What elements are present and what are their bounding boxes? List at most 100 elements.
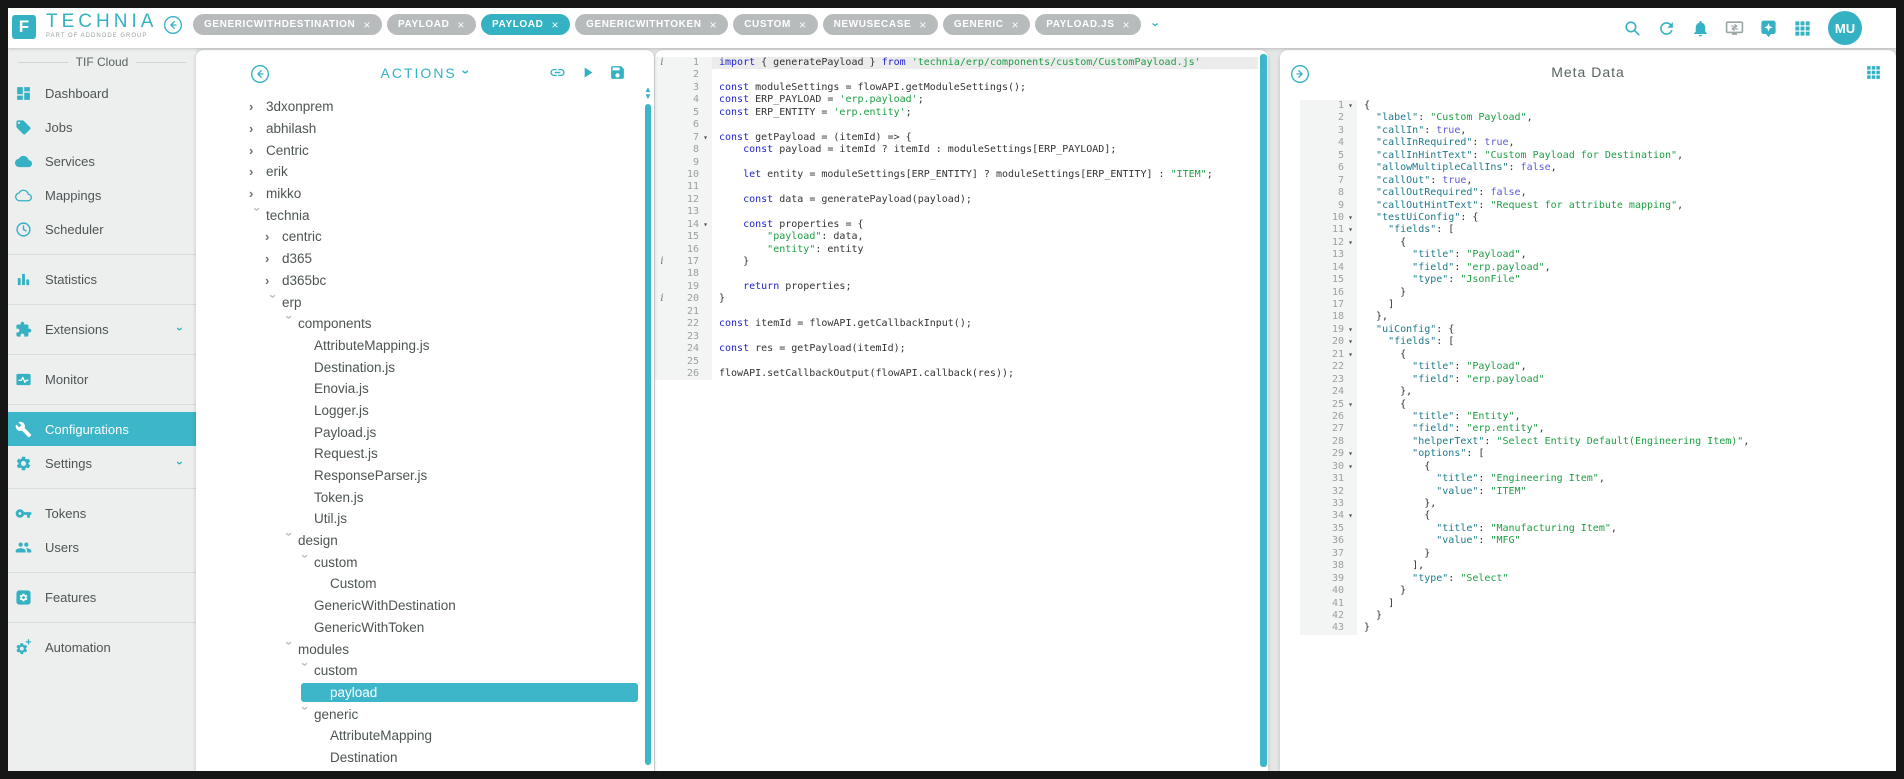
- tab-close-icon[interactable]: ×: [799, 18, 807, 32]
- config-tab-custom-4[interactable]: CUSTOM×: [733, 14, 817, 35]
- code-line-15[interactable]: 15 "payload": data,: [655, 231, 1258, 243]
- refresh-icon[interactable]: [1657, 19, 1676, 38]
- code-line-21[interactable]: 21▾ {: [1300, 349, 1892, 361]
- code-line-30[interactable]: 30▾ {: [1300, 461, 1892, 473]
- code-line-14[interactable]: 14 "field": "erp.payload",: [1300, 262, 1892, 274]
- code-line-9[interactable]: 9 "callOutHintText": "Request for attrib…: [1300, 200, 1892, 212]
- chevron-expanded-icon[interactable]: ›: [282, 641, 297, 658]
- code-line-4[interactable]: 4const ERP_PAYLOAD = 'erp.payload';: [655, 94, 1258, 106]
- tree-item-d365[interactable]: ›d365: [196, 248, 640, 270]
- sidebar-item-features[interactable]: Features: [8, 580, 196, 614]
- code-line-2[interactable]: 2 "label": "Custom Payload",: [1300, 112, 1892, 124]
- tree-item-custom[interactable]: ›custom: [196, 660, 640, 682]
- code-line-7[interactable]: 7▾const getPayload = (itemId) => {: [655, 132, 1258, 144]
- code-line-13[interactable]: 13: [655, 206, 1258, 218]
- code-line-20[interactable]: i20}: [655, 293, 1258, 305]
- tree-item-attributemapping[interactable]: AttributeMapping: [196, 725, 640, 747]
- code-line-35[interactable]: 35 "title": "Manufacturing Item",: [1300, 523, 1892, 535]
- code-line-15[interactable]: 15 "type": "JsonFile": [1300, 274, 1892, 286]
- code-line-11[interactable]: 11: [655, 181, 1258, 193]
- tab-close-icon[interactable]: ×: [1012, 18, 1020, 32]
- code-line-1[interactable]: 1▾{: [1300, 100, 1892, 112]
- code-line-17[interactable]: 17 ]: [1300, 299, 1892, 311]
- tree-item-enovia.js[interactable]: Enovia.js: [196, 378, 640, 400]
- notifications-bell-icon[interactable]: [1691, 19, 1710, 38]
- tree-item-mikko[interactable]: ›mikko: [196, 183, 640, 205]
- code-line-12[interactable]: 12 const data = generatePayload(payload)…: [655, 194, 1258, 206]
- tree-item-custom[interactable]: ›custom: [196, 551, 640, 573]
- code-line-41[interactable]: 41 ]: [1300, 598, 1892, 610]
- chevron-expanded-icon[interactable]: ›: [282, 532, 297, 549]
- code-line-1[interactable]: i1import { generatePayload } from 'techn…: [655, 57, 1258, 69]
- tree-item-payload[interactable]: payload: [196, 682, 640, 704]
- code-line-36[interactable]: 36 "value": "MFG": [1300, 535, 1892, 547]
- code-line-23[interactable]: 23 "field": "erp.payload": [1300, 374, 1892, 386]
- chevron-collapsed-icon[interactable]: ›: [265, 229, 282, 244]
- code-line-43[interactable]: 43}: [1300, 622, 1892, 634]
- code-line-19[interactable]: 19▾ "uiConfig": {: [1300, 324, 1892, 336]
- chevron-expanded-icon[interactable]: ›: [298, 706, 313, 723]
- code-line-25[interactable]: 25: [655, 356, 1258, 368]
- tab-close-icon[interactable]: ×: [363, 18, 371, 32]
- chevron-expanded-icon[interactable]: ›: [282, 315, 297, 332]
- config-tab-genericwithtoken-3[interactable]: GENERICWITHTOKEN×: [575, 14, 728, 35]
- code-line-16[interactable]: 16 }: [1300, 287, 1892, 299]
- sidebar-item-statistics[interactable]: Statistics: [8, 262, 196, 296]
- code-line-14[interactable]: 14▾ const properties = {: [655, 219, 1258, 231]
- whats-new-badge-icon[interactable]: [1759, 19, 1778, 38]
- tree-item-erp[interactable]: ›erp: [196, 291, 640, 313]
- code-line-28[interactable]: 28 "helperText": "Select Entity Default(…: [1300, 436, 1892, 448]
- tab-close-icon[interactable]: ×: [1122, 18, 1130, 32]
- sidebar-item-jobs[interactable]: Jobs: [8, 110, 196, 144]
- meta-data-json[interactable]: 1▾{2 "label": "Custom Payload",3 "callIn…: [1300, 94, 1892, 771]
- chevron-collapsed-icon[interactable]: ›: [249, 99, 266, 114]
- user-avatar[interactable]: MU: [1828, 11, 1862, 45]
- code-line-5[interactable]: 5const ERP_ENTITY = 'erp.entity';: [655, 107, 1258, 119]
- code-line-24[interactable]: 24 },: [1300, 386, 1892, 398]
- sidebar-item-extensions[interactable]: Extensions›: [8, 312, 196, 346]
- sidebar-item-services[interactable]: Services: [8, 144, 196, 178]
- tree-item-genericwithtoken[interactable]: GenericWithToken: [196, 617, 640, 639]
- chevron-collapsed-icon[interactable]: ›: [249, 143, 266, 158]
- tree-item-token.js[interactable]: Token.js: [196, 486, 640, 508]
- chevron-expanded-icon[interactable]: ›: [298, 554, 313, 571]
- code-line-16[interactable]: 16 "entity": entity: [655, 244, 1258, 256]
- code-line-12[interactable]: 12▾ {: [1300, 237, 1892, 249]
- code-line-19[interactable]: 19 return properties;: [655, 281, 1258, 293]
- tree-item-payload[interactable]: Payload: [196, 768, 640, 771]
- config-tab-genericwithdestination-0[interactable]: GENERICWITHDESTINATION×: [193, 14, 382, 35]
- code-line-26[interactable]: 26flowAPI.setCallbackOutput(flowAPI.call…: [655, 368, 1258, 380]
- code-line-3[interactable]: 3 "callIn": true,: [1300, 125, 1892, 137]
- scrollbar-thumb[interactable]: [645, 104, 651, 765]
- display-transfer-icon[interactable]: [1725, 19, 1744, 38]
- code-line-4[interactable]: 4 "callInRequired": true,: [1300, 137, 1892, 149]
- code-line-13[interactable]: 13 "title": "Payload",: [1300, 249, 1892, 261]
- config-tab-payload-2[interactable]: PAYLOAD×: [481, 14, 570, 35]
- code-line-22[interactable]: 22 "title": "Payload",: [1300, 361, 1892, 373]
- tree-item-request.js[interactable]: Request.js: [196, 443, 640, 465]
- tree-item-responseparser.js[interactable]: ResponseParser.js: [196, 465, 640, 487]
- sidebar-item-configurations[interactable]: Configurations: [8, 412, 196, 446]
- chevron-collapsed-icon[interactable]: ›: [249, 164, 266, 179]
- code-line-24[interactable]: 24const res = getPayload(itemId);: [655, 343, 1258, 355]
- sidebar-item-dashboard[interactable]: Dashboard: [8, 76, 196, 110]
- link-icon[interactable]: [549, 64, 566, 81]
- sidebar-item-scheduler[interactable]: Scheduler: [8, 212, 196, 246]
- code-line-27[interactable]: 27 "field": "erp.entity",: [1300, 423, 1892, 435]
- tree-item-technia[interactable]: ›technia: [196, 204, 640, 226]
- scroll-up-icon[interactable]: ▲▼: [644, 86, 652, 100]
- config-tab-payload-1[interactable]: PAYLOAD×: [387, 14, 476, 35]
- code-line-10[interactable]: 10 let entity = moduleSettings[ERP_ENTIT…: [655, 169, 1258, 181]
- tab-close-icon[interactable]: ×: [551, 18, 559, 32]
- chevron-expanded-icon[interactable]: ›: [298, 662, 313, 679]
- editor-scrollbar[interactable]: [1260, 54, 1267, 767]
- code-line-22[interactable]: 22const itemId = flowAPI.getCallbackInpu…: [655, 318, 1258, 330]
- tree-item-payload.js[interactable]: Payload.js: [196, 421, 640, 443]
- chevron-collapsed-icon[interactable]: ›: [265, 273, 282, 288]
- code-line-5[interactable]: 5 "callInHintText": "Custom Payload for …: [1300, 150, 1892, 162]
- tree-item-components[interactable]: ›components: [196, 313, 640, 335]
- code-line-18[interactable]: 18: [655, 268, 1258, 280]
- code-line-29[interactable]: 29▾ "options": [: [1300, 448, 1892, 460]
- tree-item-d365bc[interactable]: ›d365bc: [196, 270, 640, 292]
- tree-item-design[interactable]: ›design: [196, 530, 640, 552]
